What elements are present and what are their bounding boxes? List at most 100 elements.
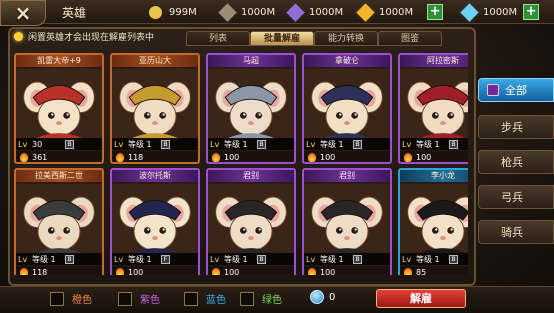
- equipment-badge: B: [353, 254, 362, 264]
- hero-grade: 等级 1: [32, 254, 56, 264]
- sidebar-item-infantry[interactable]: 步兵: [478, 115, 554, 139]
- filter-orange[interactable]: 橙色: [50, 291, 92, 306]
- hero-level-bar: Lv 等级 1 B: [16, 253, 102, 265]
- hero-grid: 凯雷大帝+9 Lv 30 B 361 亚历山大 Lv 等级 1 B 118 马超…: [14, 49, 468, 275]
- hero-grade: 等级 1: [416, 254, 440, 264]
- flame-icon: [20, 152, 28, 162]
- hero-power: 118: [16, 266, 102, 275]
- add-diamond-button[interactable]: +: [523, 4, 540, 20]
- hero-level-bar: Lv 等级 1 F: [112, 253, 198, 265]
- hero-card[interactable]: 阿拉密斯 Lv 等级 1 B 100: [398, 53, 468, 164]
- tab-codex[interactable]: 图鉴: [378, 31, 442, 46]
- page-title: 英雄: [62, 6, 87, 20]
- hero-power-value: 85: [416, 267, 427, 276]
- equipment-badge: B: [65, 254, 74, 264]
- hero-power: 85: [400, 266, 468, 275]
- hero-card[interactable]: 拉美西斯二世 Lv 等级 1 B 118: [14, 168, 104, 275]
- checkbox[interactable]: [184, 291, 198, 306]
- tab-list[interactable]: 列表: [186, 31, 250, 46]
- gold-ore-value: 1000M: [379, 6, 414, 18]
- hero-portrait: [400, 182, 468, 255]
- checkbox[interactable]: [118, 291, 132, 306]
- hero-grade: 30: [32, 139, 43, 149]
- gold-coin-icon: [148, 4, 163, 20]
- hero-card[interactable]: 亚历山大 Lv 等级 1 B 118: [110, 53, 200, 164]
- hint-text: 闲置英雄才会出现在解雇列表中: [14, 30, 154, 43]
- hero-portrait: [208, 182, 294, 255]
- iron-ore-resource: 1000M: [216, 1, 275, 23]
- sidebar-item-archer[interactable]: 弓兵: [478, 185, 554, 209]
- equipment-badge: B: [353, 139, 362, 149]
- sidebar-item-spearman[interactable]: 枪兵: [478, 150, 554, 174]
- hero-name: 李小龙: [400, 170, 468, 182]
- hero-power: 100: [400, 151, 468, 162]
- level-label: Lv: [306, 139, 316, 149]
- tab-batch-dismiss[interactable]: 批量解雇: [250, 31, 314, 46]
- flame-icon: [212, 267, 220, 275]
- flame-icon: [404, 152, 412, 162]
- level-label: Lv: [210, 139, 220, 149]
- sidebar-item-label: 弓兵: [501, 191, 523, 204]
- mouse-hero-portrait-icon: [400, 68, 468, 139]
- hero-card[interactable]: 拿破仑 Lv 等级 1 B 100: [302, 53, 392, 164]
- mouse-hero-portrait-icon: [112, 183, 198, 254]
- hero-name: 波尔托斯: [112, 170, 198, 182]
- equipment-badge: B: [257, 139, 266, 149]
- hero-level-bar: Lv 等级 1 B: [304, 253, 390, 265]
- filter-blue[interactable]: 蓝色: [184, 291, 226, 306]
- hero-portrait: [304, 182, 390, 255]
- flame-icon: [308, 152, 316, 162]
- hero-card[interactable]: 波尔托斯 Lv 等级 1 F 100: [110, 168, 200, 275]
- hero-power: 100: [304, 266, 390, 275]
- hero-level-bar: Lv 等级 1 B: [304, 138, 390, 150]
- level-label: Lv: [114, 254, 124, 264]
- tab-ability-convert[interactable]: 能力转换: [314, 31, 378, 46]
- sidebar-item-all[interactable]: 全部: [478, 78, 554, 102]
- level-label: Lv: [114, 139, 124, 149]
- add-resource-button[interactable]: +: [427, 4, 444, 20]
- hero-grade: 等级 1: [320, 139, 344, 149]
- hero-card[interactable]: 马超 Lv 等级 1 B 100: [206, 53, 296, 164]
- flame-icon: [308, 267, 316, 275]
- checkbox[interactable]: [240, 291, 254, 306]
- hero-level-bar: Lv 等级 1 B: [400, 253, 468, 265]
- close-icon: ×: [14, 1, 32, 25]
- hero-portrait: [112, 182, 198, 255]
- level-label: Lv: [402, 254, 412, 264]
- hero-portrait: [16, 67, 102, 140]
- hero-card[interactable]: 君别 Lv 等级 1 B 100: [302, 168, 392, 275]
- hero-level-bar: Lv 等级 1 B: [400, 138, 468, 150]
- diamond-value: 1000M: [483, 6, 518, 18]
- hint-label: 闲置英雄才会出现在解雇列表中: [28, 33, 155, 43]
- filter-purple[interactable]: 紫色: [118, 291, 160, 306]
- hero-power-value: 100: [224, 267, 240, 276]
- dismiss-button[interactable]: 解雇: [376, 289, 466, 308]
- hero-power: 100: [208, 151, 294, 162]
- hero-grade: 等级 1: [320, 254, 344, 264]
- hero-name: 凯雷大帝+9: [16, 55, 102, 67]
- hero-portrait: [304, 67, 390, 140]
- filter-green[interactable]: 绿色: [240, 291, 282, 306]
- mouse-hero-portrait-icon: [112, 68, 198, 139]
- hero-power-value: 361: [32, 152, 48, 162]
- hero-portrait: [208, 67, 294, 140]
- checkbox[interactable]: [50, 291, 64, 306]
- hero-card[interactable]: 君别 Lv 等级 1 B 100: [206, 168, 296, 275]
- hero-power-value: 118: [128, 152, 144, 162]
- mouse-hero-portrait-icon: [16, 68, 102, 139]
- mouse-hero-portrait-icon: [208, 68, 294, 139]
- hero-card[interactable]: 凯雷大帝+9 Lv 30 B 361: [14, 53, 104, 164]
- equipment-badge: B: [161, 139, 170, 149]
- hero-grade: 等级 1: [128, 254, 152, 264]
- hero-name: 君别: [304, 170, 390, 182]
- mouse-hero-portrait-icon: [304, 183, 390, 254]
- hero-power: 100: [208, 266, 294, 275]
- diamond-resource: 1000M +: [458, 1, 540, 23]
- game-screen: × 英雄 999M 1000M 1000M 1000M + 1000M + 闲置: [0, 0, 554, 313]
- sidebar-item-cavalry[interactable]: 骑兵: [478, 220, 554, 244]
- sidebar-item-label: 枪兵: [501, 156, 523, 169]
- filter-label: 绿色: [262, 295, 282, 306]
- close-button[interactable]: ×: [0, 0, 46, 26]
- crystal-resource: 1000M: [284, 1, 343, 23]
- hero-card[interactable]: 李小龙 Lv 等级 1 B 85: [398, 168, 468, 275]
